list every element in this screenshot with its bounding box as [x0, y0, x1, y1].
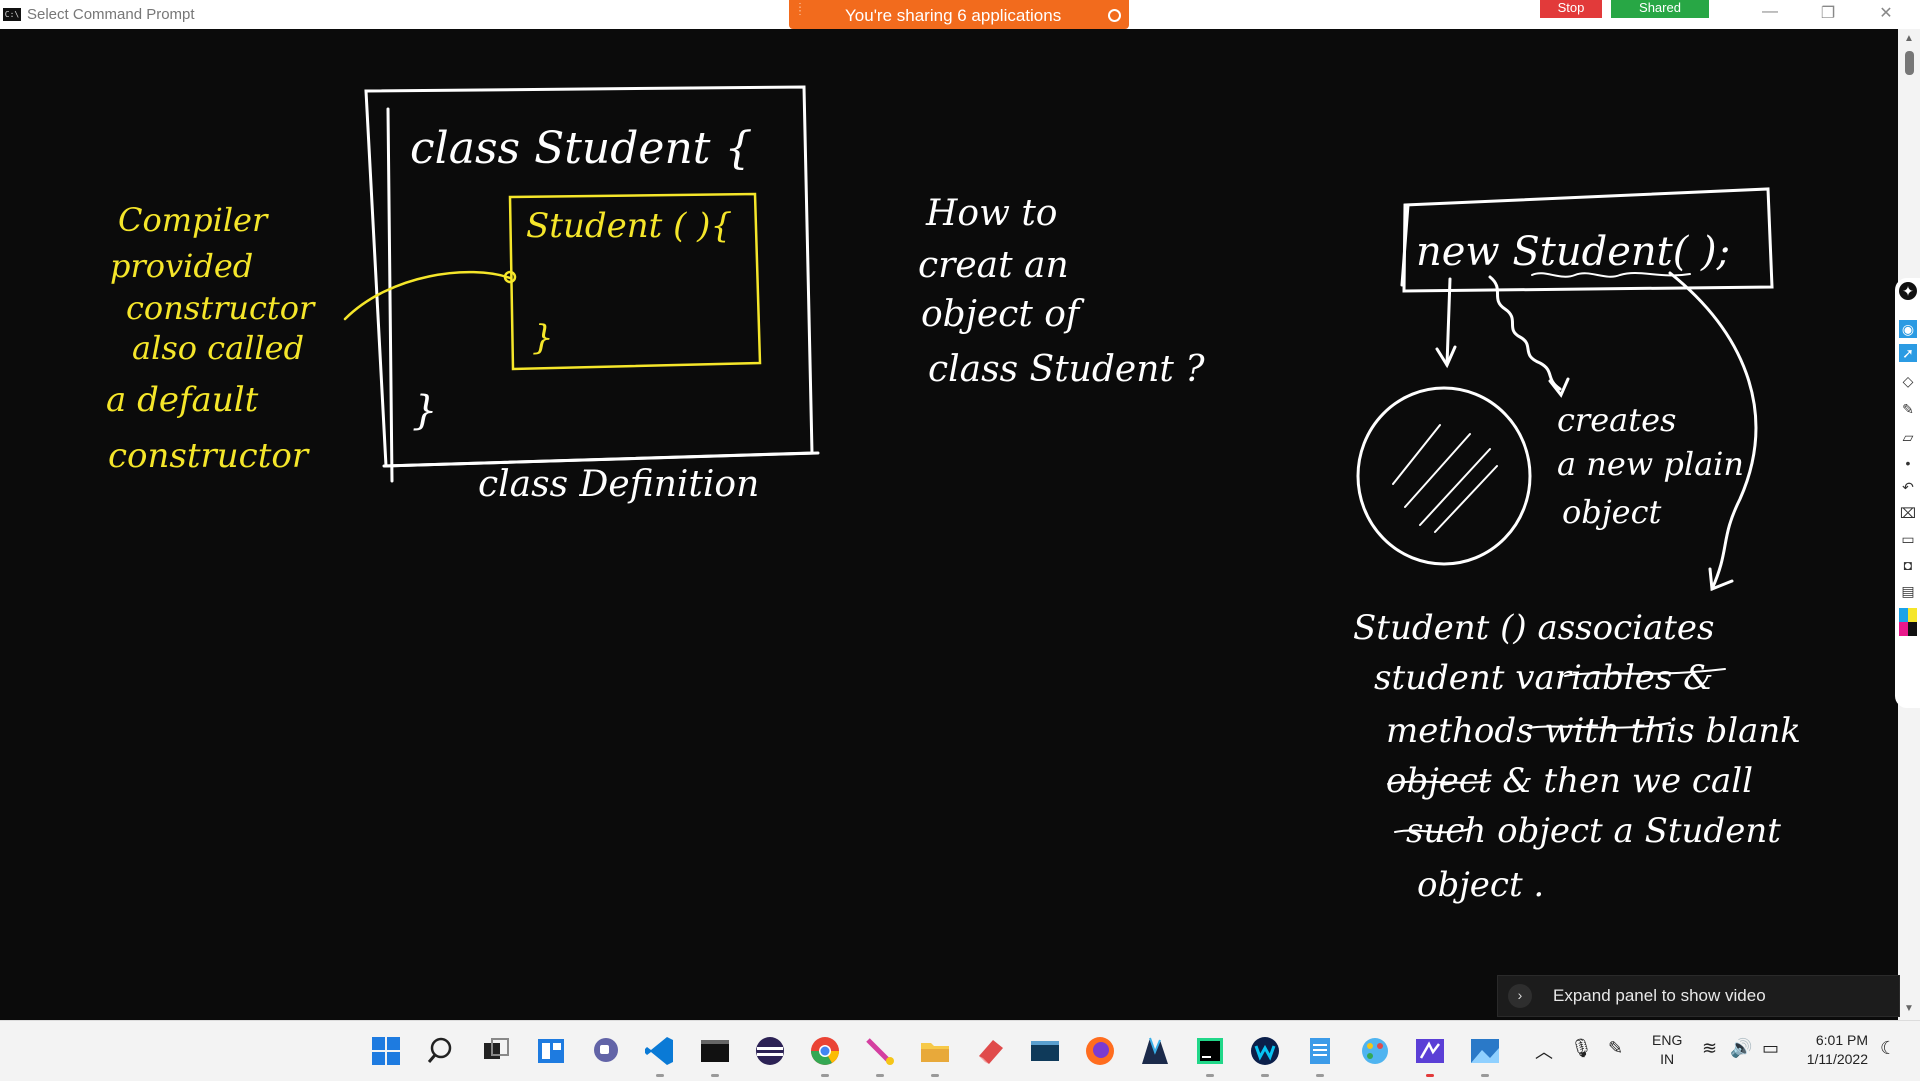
class-close-brace: }	[412, 388, 437, 434]
explanation-line-4: object & then we call	[1386, 761, 1753, 801]
new-student-text: new Student( );	[1416, 229, 1730, 275]
creates-line-3: object	[1562, 493, 1662, 531]
mysql-icon[interactable]	[1028, 1034, 1062, 1068]
eclipse-icon[interactable]	[753, 1034, 787, 1068]
class-definition-caption: class Definition	[478, 464, 759, 505]
language-primary: ENG	[1652, 1032, 1683, 1048]
chevron-up-icon[interactable]: ︿	[1535, 1038, 1553, 1064]
pen-icon[interactable]: ✎	[1899, 400, 1917, 418]
eraser-icon[interactable]: ◇	[1899, 372, 1917, 390]
scroll-up-icon[interactable]: ▲	[1904, 33, 1914, 44]
system-clock[interactable]: 6:01 PM 1/11/2022	[1804, 1031, 1868, 1069]
question-line-2: creat an	[918, 245, 1069, 286]
taskbar: ︿ 🎙 ✎ ENG IN ≋ 🔊 ▭ 6:01 PM 1/11/2022 ☾	[0, 1020, 1920, 1081]
lightbulb-icon[interactable]: ✦	[1899, 282, 1917, 300]
photos-icon[interactable]	[1468, 1034, 1502, 1077]
pen-tool-icon[interactable]	[863, 1034, 897, 1077]
vscode-icon[interactable]	[643, 1034, 677, 1077]
explanation-line-6: object .	[1417, 865, 1544, 905]
class-header-text: class Student {	[410, 123, 752, 174]
explanation-line-5: such object a Student	[1406, 811, 1781, 851]
whiteboard-app-icon[interactable]	[1413, 1034, 1447, 1077]
sharing-banner[interactable]: ⋮ ⋮ You're sharing 6 applications	[789, 0, 1129, 29]
restore-button[interactable]: ❐	[1813, 3, 1843, 23]
chat-icon[interactable]	[589, 1034, 623, 1068]
volume-icon[interactable]: 🔊	[1730, 1038, 1752, 1059]
compiler-note-line-1: Compiler	[118, 201, 269, 239]
windows-start-icon[interactable]	[369, 1034, 403, 1068]
question-line-4: class Student ?	[928, 349, 1205, 390]
task-view-icon[interactable]	[479, 1034, 513, 1068]
question-line-3: object of	[921, 294, 1085, 335]
widgets-icon[interactable]	[534, 1034, 568, 1068]
video-panel-bar[interactable]: › Expand panel to show video	[1497, 975, 1900, 1017]
terminal-icon[interactable]	[698, 1034, 732, 1077]
eye-icon[interactable]: ◉	[1899, 320, 1917, 338]
compiler-note-line-2: provided	[110, 247, 253, 285]
close-button[interactable]: ✕	[1871, 3, 1901, 23]
whiteboard-canvas[interactable]: class Student { } class Definition How t…	[0, 29, 1898, 1020]
highlighter-icon[interactable]: ▱	[1899, 428, 1917, 446]
explanation-line-3: methods with this blank	[1386, 711, 1801, 751]
window-title: Select Command Prompt	[27, 6, 195, 23]
webex-icon[interactable]	[1248, 1034, 1282, 1077]
creates-line-1: creates	[1557, 401, 1676, 439]
compiler-note-line-5: a default	[106, 380, 259, 420]
dot-icon[interactable]: •	[1899, 454, 1917, 472]
notepad-icon[interactable]	[1303, 1034, 1337, 1077]
cmd-icon: C:\	[3, 8, 21, 21]
creates-line-2: a new plain	[1557, 445, 1744, 483]
language-indicator[interactable]: ENG IN	[1652, 1031, 1682, 1069]
constructor-text: Student ( ){	[526, 206, 732, 246]
scroll-down-icon[interactable]: ▼	[1904, 1003, 1914, 1014]
pointer-icon[interactable]: ➚	[1899, 344, 1917, 362]
minimize-button[interactable]: —	[1755, 3, 1785, 21]
language-secondary: IN	[1660, 1051, 1675, 1067]
focus-moon-icon[interactable]: ☾	[1880, 1038, 1896, 1059]
color-cyan-swatch[interactable]	[1899, 608, 1908, 622]
clock-date: 1/11/2022	[1806, 1051, 1868, 1067]
explanation-line-1: Student () associates	[1353, 608, 1715, 648]
ide-icon[interactable]	[1138, 1034, 1172, 1068]
compiler-note-line-3: constructor	[126, 289, 316, 327]
clipboard-icon[interactable]: ▤	[1899, 582, 1917, 600]
video-panel-label: Expand panel to show video	[1553, 986, 1766, 1005]
clock-time: 6:01 PM	[1815, 1032, 1868, 1048]
undo-icon[interactable]: ↶	[1899, 478, 1917, 496]
whiteboard-drawing: class Student { } class Definition How t…	[106, 85, 1801, 905]
firefox-icon[interactable]	[1083, 1034, 1117, 1068]
shared-button[interactable]: Shared	[1611, 0, 1709, 18]
color-yellow-swatch[interactable]	[1908, 608, 1917, 622]
explanation-line-2: student variables &	[1374, 658, 1713, 698]
chevron-right-icon[interactable]: ›	[1508, 984, 1532, 1008]
microphone-icon[interactable]: 🎙	[1570, 1038, 1593, 1059]
question-line-1: How to	[925, 193, 1057, 234]
eraser-app-icon[interactable]	[973, 1034, 1007, 1068]
plain-object-circle	[1356, 386, 1532, 566]
pycharm-icon[interactable]	[1193, 1034, 1227, 1077]
constructor-close-brace: }	[532, 318, 554, 358]
color-black-swatch[interactable]	[1908, 622, 1917, 636]
battery-icon[interactable]: ▭	[1762, 1038, 1779, 1059]
color-magenta-swatch[interactable]	[1899, 622, 1908, 636]
pen-menu-icon[interactable]: ✎	[1608, 1038, 1623, 1059]
sharing-message: You're sharing 6 applications	[845, 6, 1062, 25]
trash-icon[interactable]: ⌧	[1899, 504, 1917, 522]
compiler-note-line-4: also called	[132, 329, 304, 367]
sharing-status-icon[interactable]	[1108, 9, 1121, 22]
file-explorer-icon[interactable]	[918, 1034, 952, 1077]
scroll-thumb[interactable]	[1905, 51, 1914, 75]
search-icon[interactable]	[424, 1034, 458, 1068]
paint-icon[interactable]	[1358, 1034, 1392, 1068]
wifi-icon[interactable]: ≋	[1702, 1038, 1717, 1059]
screen-icon[interactable]: ▭	[1899, 530, 1917, 548]
camera-icon[interactable]: ◘	[1899, 556, 1917, 574]
stop-sharing-button[interactable]: Stop	[1540, 0, 1602, 18]
compiler-note-line-6: constructor	[108, 436, 310, 476]
drag-handle-icon[interactable]: ⋮ ⋮	[795, 3, 805, 22]
chrome-icon[interactable]	[808, 1034, 842, 1077]
annotation-toolbar: ✦ ◉ ➚ ◇ ✎ ▱ • ↶ ⌧ ▭ ◘ ▤	[1895, 278, 1920, 708]
